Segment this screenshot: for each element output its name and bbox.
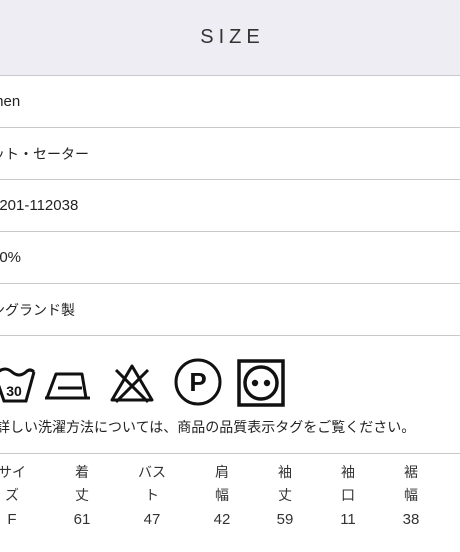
column-header: 丈 <box>278 488 292 504</box>
care-instructions-note: 詳しい洗濯方法については、商品の品質表示タグをご覧ください。 <box>0 420 416 436</box>
column-value: 42 <box>213 511 231 528</box>
tumble-dry-icon <box>237 359 285 407</box>
size-column: 着 丈 61 <box>62 462 102 532</box>
detail-text: ット・セーター <box>0 146 89 163</box>
column-header: 着 <box>75 465 89 481</box>
detail-row-gender: men <box>0 76 460 128</box>
care-icons: 30 P <box>0 352 460 412</box>
detail-row-origin: ングランド製 <box>0 284 460 336</box>
column-header: 幅 <box>404 488 418 504</box>
column-header: 袖 <box>278 465 292 481</box>
column-header: 幅 <box>215 488 229 504</box>
svg-text:P: P <box>189 367 206 397</box>
divider <box>0 453 460 454</box>
column-header: 口 <box>341 488 355 504</box>
column-header: バス <box>138 465 166 481</box>
detail-text: 00% <box>0 249 22 266</box>
size-column: バス ト 47 <box>132 462 172 532</box>
size-header: SIZE <box>0 0 460 76</box>
column-value: 61 <box>73 511 91 528</box>
column-value: F <box>7 511 17 528</box>
column-header: 肩 <box>215 465 229 481</box>
detail-text: 0201-112038 <box>0 197 79 214</box>
column-header: サイ <box>0 465 26 481</box>
column-value: 59 <box>276 511 294 528</box>
column-value: 11 <box>340 511 356 528</box>
size-column: 裾 幅 38 <box>391 462 431 532</box>
detail-row-product-code: 0201-112038 <box>0 180 460 232</box>
wash-30-icon: 30 <box>0 367 36 403</box>
column-header: 袖 <box>341 465 355 481</box>
column-header: ト <box>145 488 159 504</box>
detail-row-category: ット・セーター <box>0 128 460 180</box>
no-bleach-icon <box>110 364 154 404</box>
column-value: 47 <box>143 511 161 528</box>
column-header: 丈 <box>75 488 89 504</box>
size-column: サイ ズ F <box>0 462 32 532</box>
dry-clean-p-icon: P <box>174 358 222 406</box>
detail-row-material: 00% <box>0 232 460 284</box>
column-value: 38 <box>402 511 420 528</box>
column-header: ズ <box>5 488 19 504</box>
detail-text: men <box>0 93 21 110</box>
size-column: 袖 口 11 <box>328 462 368 532</box>
size-column: 肩 幅 42 <box>202 462 242 532</box>
detail-text: ングランド製 <box>0 302 75 319</box>
svg-text:30: 30 <box>6 383 22 399</box>
column-header: 裾 <box>404 465 418 481</box>
size-column: 袖 丈 59 <box>265 462 305 532</box>
iron-icon <box>45 372 90 400</box>
page-title: SIZE <box>200 26 265 48</box>
